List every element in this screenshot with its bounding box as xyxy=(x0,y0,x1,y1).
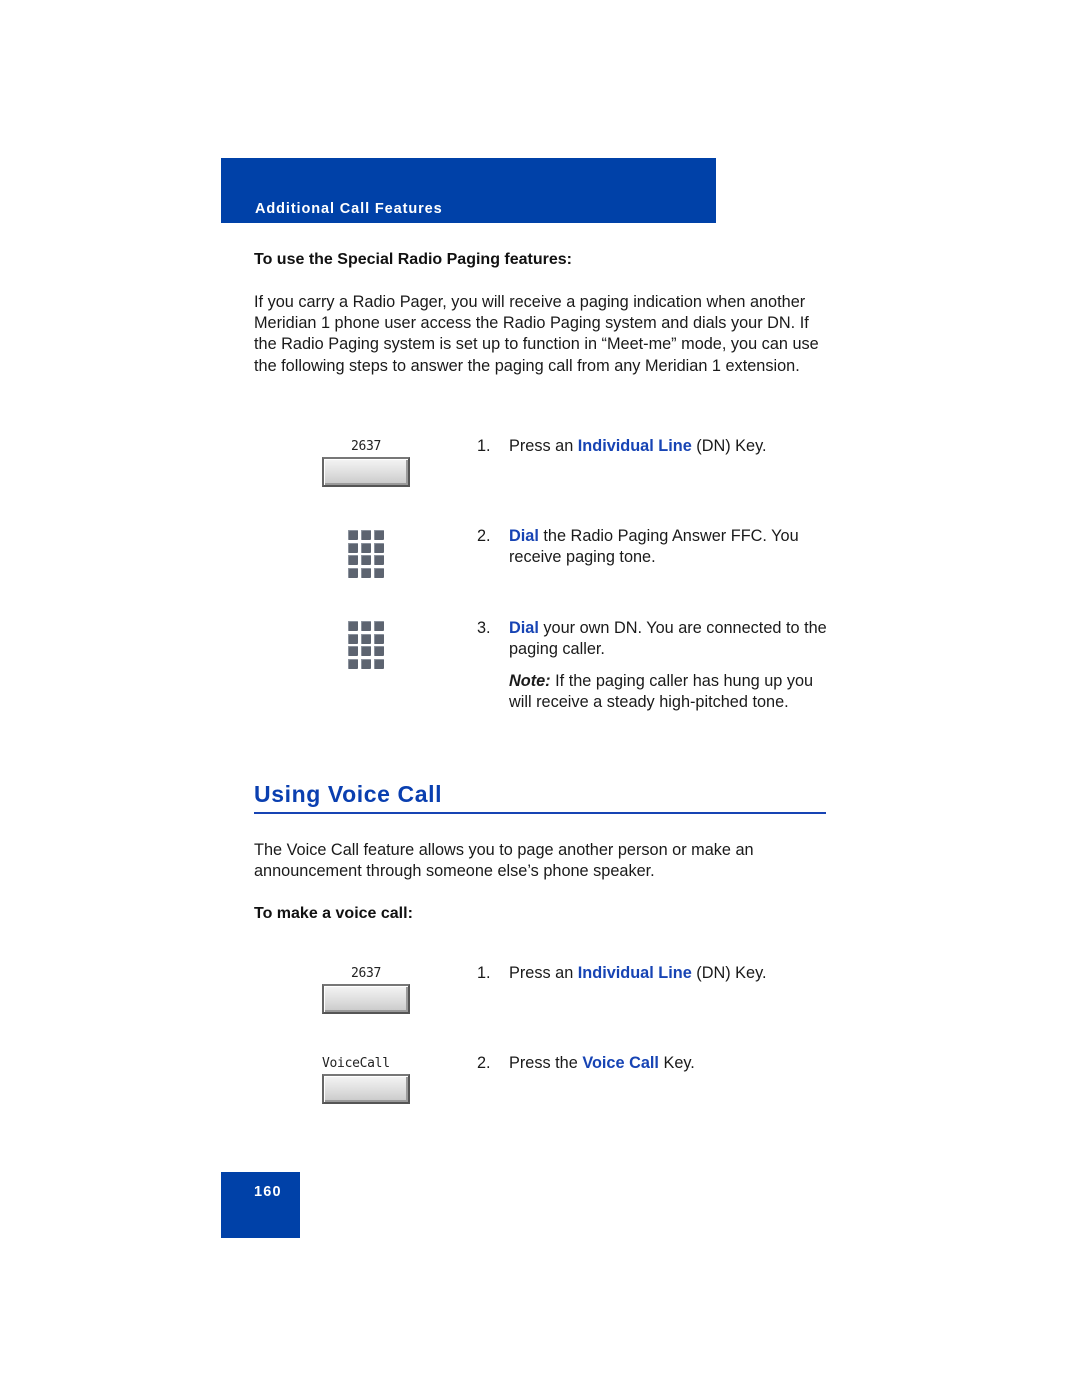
step-number: 2. xyxy=(477,1054,491,1072)
line-key-button[interactable] xyxy=(322,984,410,1014)
radio-paging-intro: If you carry a Radio Pager, you will rec… xyxy=(254,293,819,375)
step-text: the Radio Paging Answer FFC. You receive… xyxy=(509,527,799,567)
step-highlight: Dial xyxy=(509,619,539,637)
radio-paging-step-3: 3. Dial your own DN. You are connected t… xyxy=(477,618,832,660)
step-text: (DN) Key. xyxy=(691,437,767,455)
step-text: your own DN. You are connected to the pa… xyxy=(509,619,827,659)
step-text: Press the xyxy=(509,1054,583,1072)
section-label: Additional Call Features xyxy=(255,201,443,217)
page-number-tab: 160 xyxy=(221,1172,300,1238)
voice-call-step-1: 1. Press an Individual Line (DN) Key. xyxy=(477,963,832,984)
step-number: 2. xyxy=(477,527,491,545)
step-number: 1. xyxy=(477,437,491,455)
line-key-button[interactable] xyxy=(322,457,410,487)
note-label: Note: xyxy=(509,672,551,690)
radio-paging-subheading: To use the Special Radio Paging features… xyxy=(254,251,572,268)
line-key-icon: 2637 xyxy=(322,964,410,1014)
radio-paging-step-2: 2. Dial the Radio Paging Answer FFC. You… xyxy=(477,526,832,568)
line-key-icon: 2637 xyxy=(322,437,410,487)
line-key-label: 2637 xyxy=(350,966,382,981)
note-text: If the paging caller has hung up you wil… xyxy=(509,672,814,712)
paging-note: Note: If the paging caller has hung up y… xyxy=(509,671,829,713)
page-number: 160 xyxy=(254,1184,282,1200)
step-highlight: Individual Line xyxy=(577,964,692,982)
voicecall-key-button[interactable] xyxy=(322,1074,410,1104)
step-highlight: Voice Call xyxy=(582,1054,659,1072)
line-key-label: 2637 xyxy=(350,439,382,454)
voicecall-key-icon: VoiceCall xyxy=(322,1054,410,1104)
step-highlight: Individual Line xyxy=(577,437,692,455)
voice-call-step-2: 2. Press the Voice Call Key. xyxy=(477,1053,832,1074)
dialpad-icon xyxy=(348,621,384,669)
voice-call-intro: The Voice Call feature allows you to pag… xyxy=(254,841,754,881)
dialpad-icon xyxy=(348,530,384,578)
radio-paging-step-1: 1. Press an Individual Line (DN) Key. xyxy=(477,436,832,457)
step-number: 1. xyxy=(477,964,491,982)
voicecall-key-label: VoiceCall xyxy=(322,1056,390,1071)
section-title: Using Voice Call xyxy=(254,781,826,814)
voice-call-subheading: To make a voice call: xyxy=(254,905,413,922)
step-text: Press an xyxy=(509,964,578,982)
step-text: Key. xyxy=(658,1054,695,1072)
step-number: 3. xyxy=(477,619,491,637)
step-text: Press an xyxy=(509,437,578,455)
step-highlight: Dial xyxy=(509,527,539,545)
step-text: (DN) Key. xyxy=(691,964,767,982)
header-band: Additional Call Features xyxy=(221,158,716,223)
